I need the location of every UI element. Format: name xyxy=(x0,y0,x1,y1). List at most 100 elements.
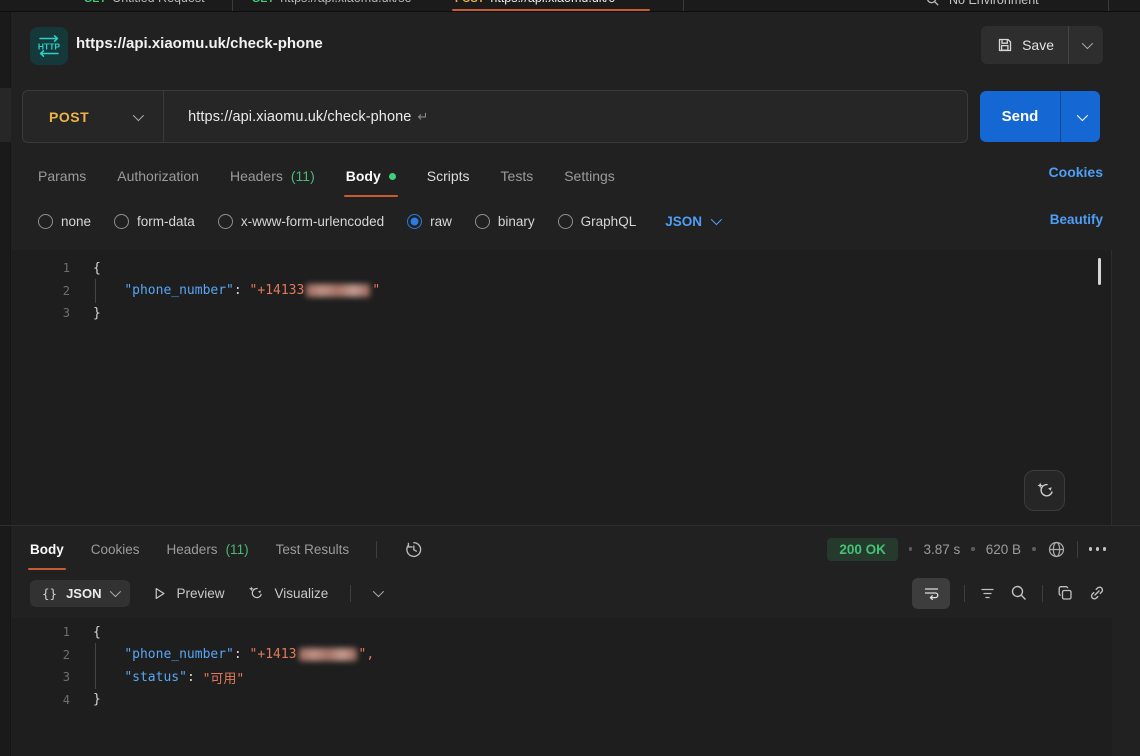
tab-settings[interactable]: Settings xyxy=(564,155,615,197)
token-indent xyxy=(93,283,124,298)
response-toolbar-icons xyxy=(912,576,1106,610)
request-title-bar: HTTP https://api.xiaomu.uk/check-phone S… xyxy=(12,12,1140,78)
wrap-text-button[interactable] xyxy=(912,578,950,609)
tab-label: Untitled Request xyxy=(112,0,204,5)
copy-icon xyxy=(1057,585,1074,602)
tab-response-headers[interactable]: Headers(11) xyxy=(167,528,249,570)
code-line: 3 } xyxy=(12,302,1111,325)
radio-form-data[interactable]: form-data xyxy=(114,214,195,229)
radio-icon xyxy=(558,214,573,229)
tab-untitled-request[interactable]: GET Untitled Request xyxy=(84,0,205,5)
tab-method-badge: GET xyxy=(84,0,106,5)
tab-separator xyxy=(683,0,684,12)
radio-icon xyxy=(38,214,53,229)
visualize-button[interactable]: Visualize xyxy=(246,584,328,603)
share-link-button[interactable] xyxy=(1088,584,1106,602)
postbot-sparkle-icon xyxy=(1034,480,1056,502)
svg-text:HTTP: HTTP xyxy=(38,42,61,52)
chevron-down-icon xyxy=(133,109,144,120)
more-options-button[interactable] xyxy=(1089,547,1107,551)
send-options-button[interactable] xyxy=(1061,91,1100,142)
status-badge[interactable]: 200 OK xyxy=(827,538,898,561)
radio-selected-icon xyxy=(407,214,422,229)
radio-none[interactable]: none xyxy=(38,214,91,229)
tab-response-body[interactable]: Body xyxy=(30,528,64,570)
http-request-icon: HTTP xyxy=(30,27,68,65)
tab-test-results[interactable]: Test Results xyxy=(276,528,350,570)
chevron-down-icon[interactable] xyxy=(373,586,384,597)
token-indent xyxy=(93,647,124,662)
radio-icon xyxy=(114,214,129,229)
dot-separator xyxy=(909,547,913,551)
tab-label: Authorization xyxy=(117,168,199,184)
response-body-viewer[interactable]: 1 { 2 "phone_number": "+1413", 3 "status… xyxy=(12,618,1112,756)
line-number: 1 xyxy=(12,625,70,639)
filter-button[interactable] xyxy=(979,585,996,602)
tab-body[interactable]: Body xyxy=(346,155,396,197)
tab-label: Headers xyxy=(230,168,283,184)
request-tabs: Params Authorization Headers(11) Body Sc… xyxy=(38,155,1140,197)
copy-response-button[interactable] xyxy=(1057,585,1074,602)
redacted-phone-number xyxy=(306,284,370,297)
code-line: 1 { xyxy=(12,621,1112,644)
response-time: 3.87 s xyxy=(923,542,960,557)
method-label: POST xyxy=(49,109,89,125)
section-divider xyxy=(0,525,1140,526)
tab-label: Scripts xyxy=(427,168,470,184)
toolbar-divider xyxy=(1077,541,1078,558)
tab-request-2[interactable]: GET https://api.xiaomu.uk/se xyxy=(252,0,412,5)
left-rail-segment[interactable] xyxy=(0,88,11,142)
search-response-button[interactable] xyxy=(1010,584,1028,602)
request-body-editor[interactable]: 1 { 2 "phone_number": "+14133" 3 } xyxy=(12,250,1112,525)
radio-label: GraphQL xyxy=(581,214,637,229)
chevron-down-icon xyxy=(1082,38,1093,49)
save-options-button[interactable] xyxy=(1069,26,1103,64)
play-icon xyxy=(152,586,167,601)
method-selector[interactable]: POST xyxy=(23,109,163,125)
tab-response-cookies[interactable]: Cookies xyxy=(91,528,140,570)
environment-selector[interactable]: No Environment xyxy=(925,0,1039,7)
tab-label: https://api.xiaomu.uk/se xyxy=(280,0,411,5)
line-number: 1 xyxy=(12,261,70,275)
radio-raw[interactable]: raw xyxy=(407,214,452,229)
line-number: 4 xyxy=(12,693,70,707)
history-clock-icon xyxy=(404,540,423,559)
radio-graphql[interactable]: GraphQL xyxy=(558,214,637,229)
radio-binary[interactable]: binary xyxy=(475,214,535,229)
tab-tests[interactable]: Tests xyxy=(501,155,534,197)
preview-button[interactable]: Preview xyxy=(152,586,224,601)
tab-params[interactable]: Params xyxy=(38,155,86,197)
editor-scrollbar[interactable] xyxy=(1098,258,1101,285)
tab-scripts[interactable]: Scripts xyxy=(427,155,470,197)
token-brace: { xyxy=(93,261,101,276)
radio-x-www-form-urlencoded[interactable]: x-www-form-urlencoded xyxy=(218,214,384,229)
cookies-link[interactable]: Cookies xyxy=(1049,164,1103,180)
response-format-selector[interactable]: {} JSON xyxy=(30,580,130,607)
save-button[interactable]: Save xyxy=(981,26,1068,64)
send-button[interactable]: Send xyxy=(980,91,1060,142)
braces-icon: {} xyxy=(42,586,57,601)
search-icon xyxy=(925,0,940,7)
tab-method-badge: GET xyxy=(252,0,274,5)
beautify-link[interactable]: Beautify xyxy=(1050,212,1103,227)
raw-format-selector[interactable]: JSON xyxy=(665,214,719,229)
url-input[interactable]: https://api.xiaomu.uk/check-phone↵ xyxy=(164,109,428,125)
chevron-down-icon xyxy=(711,214,722,225)
tab-authorization[interactable]: Authorization xyxy=(117,155,199,197)
radio-label: form-data xyxy=(137,214,195,229)
token-brace: { xyxy=(93,625,101,640)
link-icon xyxy=(1088,584,1106,602)
code-line: 2 "phone_number": "+1413", xyxy=(12,644,1112,667)
preview-label: Preview xyxy=(176,586,224,601)
token-string: "可用" xyxy=(203,668,245,687)
network-info-button[interactable] xyxy=(1047,540,1066,559)
left-rail xyxy=(0,12,11,756)
line-number: 2 xyxy=(12,284,70,298)
token-key: "status" xyxy=(124,670,187,685)
postbot-button[interactable] xyxy=(1024,470,1065,511)
tab-request-active[interactable]: POSThttps://api.xiaomu.uk/c xyxy=(455,0,615,5)
radio-icon xyxy=(218,214,233,229)
response-history-button[interactable] xyxy=(404,540,423,559)
toolbar-divider xyxy=(1042,585,1043,602)
tab-headers[interactable]: Headers(11) xyxy=(230,155,315,197)
